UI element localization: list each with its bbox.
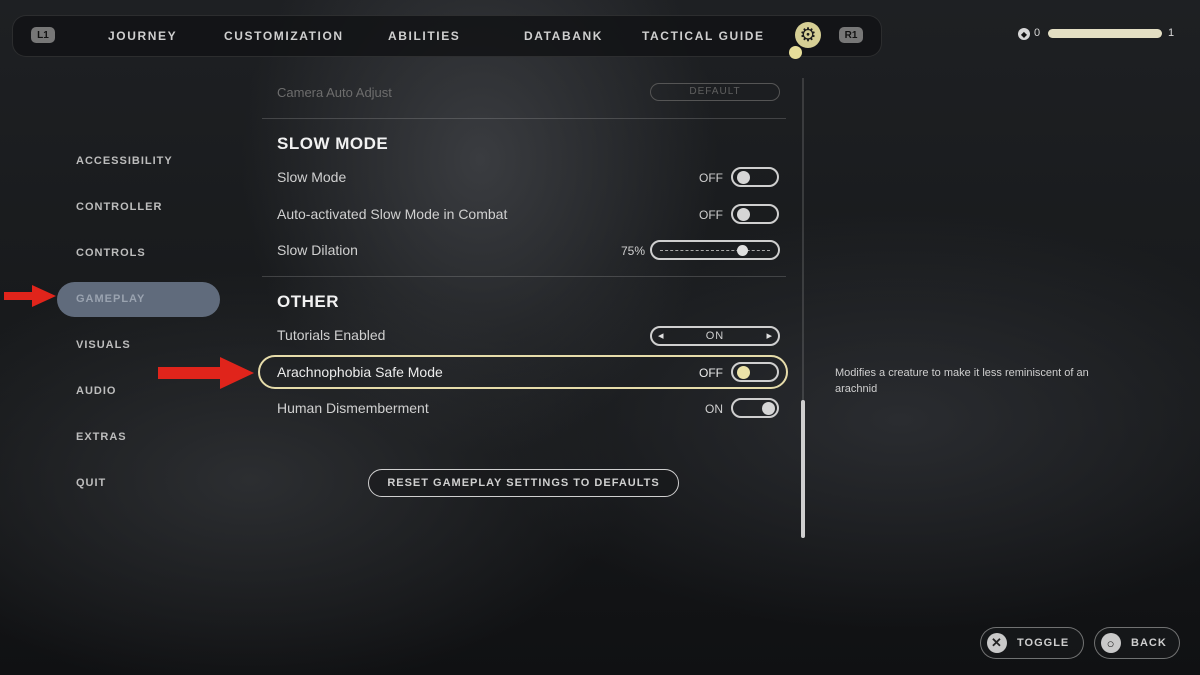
- section-divider: [262, 276, 786, 277]
- xp-right-value: 1: [1168, 27, 1175, 39]
- back-button[interactable]: ○ BACK: [1094, 627, 1180, 659]
- section-title-slow-mode: SLOW MODE: [277, 134, 389, 153]
- toggle-button[interactable]: ✕ TOGGLE: [980, 627, 1084, 659]
- setting-value-dismemberment: ON: [705, 402, 723, 416]
- scrollbar-thumb[interactable]: [801, 400, 805, 538]
- setting-value-slow-dilation: 75%: [620, 244, 645, 258]
- xp-progress-bar: [1048, 29, 1162, 38]
- r1-button[interactable]: R1: [839, 27, 863, 43]
- tab-tactical-guide[interactable]: TACTICAL GUIDE: [642, 29, 765, 43]
- sidebar-item-accessibility[interactable]: ACCESSIBILITY: [76, 155, 173, 167]
- setting-label-slow-dilation: Slow Dilation: [277, 242, 358, 258]
- slow-mode-toggle[interactable]: [731, 167, 779, 187]
- top-nav-bar: L1 JOURNEY CUSTOMIZATION ABILITIES DATAB…: [12, 15, 882, 57]
- tutorials-value: ON: [705, 330, 725, 342]
- auto-slow-mode-toggle[interactable]: [731, 204, 779, 224]
- camera-auto-adjust-selector[interactable]: DEFAULT: [650, 83, 780, 101]
- setting-label-arachnophobia: Arachnophobia Safe Mode: [277, 364, 443, 380]
- l1-button[interactable]: L1: [31, 27, 55, 43]
- setting-label-dismemberment: Human Dismemberment: [277, 400, 429, 416]
- sidebar-item-quit[interactable]: QUIT: [76, 477, 106, 489]
- tab-abilities[interactable]: ABILITIES: [388, 29, 460, 43]
- slider-thumb[interactable]: [737, 245, 748, 256]
- sidebar-item-extras[interactable]: EXTRAS: [76, 431, 127, 443]
- setting-value-arachnophobia: OFF: [699, 366, 723, 380]
- reset-defaults-button[interactable]: RESET GAMEPLAY SETTINGS TO DEFAULTS: [368, 469, 679, 497]
- back-label: BACK: [1131, 637, 1167, 649]
- setting-label-slow-mode: Slow Mode: [277, 169, 347, 185]
- setting-label-auto-slow-mode: Auto-activated Slow Mode in Combat: [277, 206, 508, 222]
- annotation-arrow-gameplay: [4, 285, 56, 307]
- sidebar-item-visuals[interactable]: VISUALS: [76, 339, 131, 351]
- slider-track: [660, 250, 770, 251]
- circle-button-icon: ○: [1101, 633, 1121, 653]
- dismemberment-toggle[interactable]: [731, 398, 779, 418]
- sidebar-item-gameplay[interactable]: GAMEPLAY: [76, 293, 145, 305]
- cross-button-icon: ✕: [987, 633, 1007, 653]
- xp-left-value: 0: [1034, 27, 1041, 39]
- toggle-label: TOGGLE: [1017, 637, 1070, 649]
- active-tab-indicator: [789, 46, 802, 59]
- arachnophobia-toggle[interactable]: [731, 362, 779, 382]
- section-divider: [262, 118, 786, 119]
- setting-value-auto-slow-mode: OFF: [699, 208, 723, 222]
- setting-label-tutorials: Tutorials Enabled: [277, 327, 386, 343]
- tutorials-selector[interactable]: ◂ ON ▸: [650, 326, 780, 346]
- tab-databank[interactable]: DATABANK: [524, 29, 603, 43]
- xp-icon: ◆: [1018, 28, 1030, 40]
- gear-icon[interactable]: ⚙: [795, 22, 821, 48]
- sidebar-item-controller[interactable]: CONTROLLER: [76, 201, 162, 213]
- annotation-arrow-arachnophobia: [158, 357, 256, 389]
- sidebar-item-audio[interactable]: AUDIO: [76, 385, 116, 397]
- tab-customization[interactable]: CUSTOMIZATION: [224, 29, 344, 43]
- chevron-right-icon[interactable]: ▸: [766, 329, 772, 342]
- tab-journey[interactable]: JOURNEY: [108, 29, 177, 43]
- slow-dilation-slider[interactable]: [650, 240, 780, 260]
- setting-value-slow-mode: OFF: [699, 171, 723, 185]
- section-title-other: OTHER: [277, 292, 339, 311]
- setting-label-camera-auto-adjust: Camera Auto Adjust: [277, 85, 392, 100]
- sidebar-item-controls[interactable]: CONTROLS: [76, 247, 146, 259]
- setting-description: Modifies a creature to make it less remi…: [835, 367, 1089, 395]
